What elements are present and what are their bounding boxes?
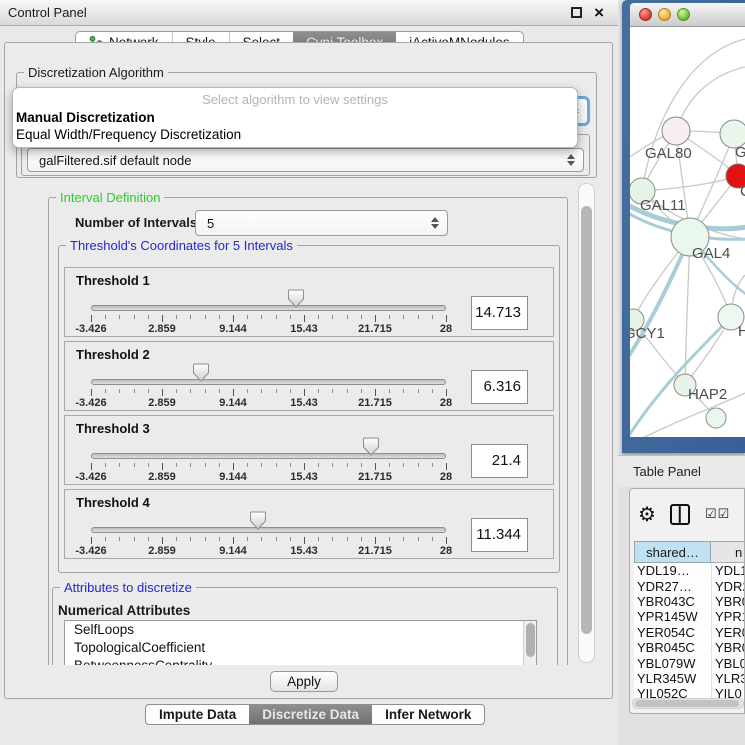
threshold-4-panel: Threshold 4 -3.426 2.859 9.144 15.43 21.…: [64, 489, 554, 559]
control-panel-titlebar: Control Panel ×: [0, 0, 618, 26]
popup-item-manual-discretization[interactable]: Manual Discretization: [13, 109, 577, 126]
slider-track[interactable]: [91, 305, 446, 311]
node-label: GAL4: [692, 245, 730, 262]
threshold-4-value-field[interactable]: 11.344: [471, 518, 528, 552]
threshold-2-value-field[interactable]: 6.316: [471, 370, 528, 404]
scrollbar-thumb[interactable]: [581, 206, 592, 634]
node-gal80[interactable]: [662, 117, 690, 145]
table-toolbar: ⚙ ☑☑: [630, 489, 745, 539]
zoom-traffic-light-icon[interactable]: [677, 8, 690, 21]
table-data-value: galFiltered.sif default node: [39, 153, 191, 168]
numerical-attributes-list[interactable]: SelfLoops TopologicalCoefficient Between…: [64, 620, 537, 665]
table-horizontal-scrollbar[interactable]: [632, 698, 744, 709]
list-item[interactable]: SelfLoops: [65, 621, 536, 639]
control-panel: Control Panel × Network Style Select Cyn…: [0, 0, 618, 745]
float-window-icon[interactable]: [571, 7, 582, 18]
slider-thumb[interactable]: [287, 289, 304, 308]
tab-impute-data[interactable]: Impute Data: [146, 705, 249, 724]
list-item[interactable]: TopologicalCoefficient: [65, 639, 536, 657]
table-panel: ⚙ ☑☑ shared… n YDL19…YDL1 YDR27…YDR2 YBR…: [629, 488, 745, 714]
threshold-1-value-field[interactable]: 14.713: [471, 296, 528, 330]
minimize-traffic-light-icon[interactable]: [658, 8, 671, 21]
threshold-4-slider[interactable]: -3.426 2.859 9.144 15.43 21.715 28: [91, 490, 446, 560]
table-row[interactable]: YBR043CYBR0: [634, 594, 745, 609]
scrollbar-thumb[interactable]: [635, 700, 739, 707]
numerical-attributes-label: Numerical Attributes: [58, 603, 190, 618]
number-of-intervals-label: Number of Intervals: [75, 215, 197, 230]
list-item[interactable]: BetweennessCentrality: [65, 657, 536, 665]
table-row[interactable]: YDL19…YDL1: [634, 563, 745, 578]
select-columns-checkboxes-icon[interactable]: ☑☑: [705, 506, 730, 522]
tab-discretize-data[interactable]: Discretize Data: [249, 705, 372, 724]
table-row[interactable]: YIL052CYIL0: [634, 686, 745, 698]
slider-track[interactable]: [91, 379, 446, 385]
node-label: HAP2: [688, 386, 727, 403]
interval-count-value: 5: [207, 216, 214, 231]
column-header-shared-name[interactable]: shared…: [634, 541, 711, 563]
number-of-intervals-combobox[interactable]: 5: [195, 210, 448, 236]
node-partial-bottom[interactable]: [706, 408, 726, 428]
bottom-tab-bar: Impute Data Discretize Data Infer Networ…: [145, 704, 485, 725]
threshold-3-value-field[interactable]: 21.4: [471, 444, 528, 478]
node-label: GA: [735, 144, 745, 161]
popup-item-equal-width-frequency[interactable]: Equal Width/Frequency Discretization: [13, 126, 577, 143]
table-row[interactable]: YER054CYER0: [634, 625, 745, 640]
node-label: H: [738, 323, 745, 340]
slider-thumb[interactable]: [193, 363, 210, 382]
settings-scrollpane: Interval Definition Number of Intervals …: [13, 181, 595, 665]
close-traffic-light-icon[interactable]: [639, 8, 652, 21]
table-row[interactable]: YLR345WYLR3: [634, 671, 745, 686]
threshold-2-panel: Threshold 2 -3.426 2.859 9.144 15.43 21.…: [64, 341, 554, 411]
table-panel-header: Table Panel: [618, 455, 745, 487]
node-label: C: [740, 183, 745, 200]
table-row[interactable]: YDR27…YDR2: [634, 578, 745, 593]
node-label: GAL80: [645, 145, 692, 162]
list-scrollbar[interactable]: [523, 621, 536, 665]
threshold-1-slider[interactable]: -3.426 2.859 9.144 15.43 21.715 28: [91, 268, 446, 338]
group-title: Threshold's Coordinates for 5 Intervals: [66, 238, 297, 253]
table-panel-title: Table Panel: [633, 464, 701, 479]
slider-thumb[interactable]: [363, 437, 380, 456]
table-body: YDL19…YDL1 YDR27…YDR2 YBR043CYBR0 YPR145…: [634, 563, 745, 698]
slider-track[interactable]: [91, 527, 446, 533]
node-label: GAL11: [640, 197, 686, 214]
table-data-combobox[interactable]: galFiltered.sif default node: [27, 148, 584, 172]
gear-icon[interactable]: ⚙: [638, 502, 656, 527]
slider-thumb[interactable]: [249, 511, 266, 530]
apply-button[interactable]: Apply: [270, 671, 338, 692]
group-title: Discretization Algorithm: [24, 65, 168, 80]
combo-stepper-icon: [567, 154, 575, 166]
network-window-titlebar[interactable]: [630, 3, 745, 27]
tab-infer-network[interactable]: Infer Network: [372, 705, 484, 724]
algorithm-dropdown-popup: Select algorithm to view settings Manual…: [12, 87, 578, 148]
table-row[interactable]: YBL079WYBL0: [634, 655, 745, 670]
columns-icon[interactable]: [670, 504, 690, 525]
node-label: GCY1: [630, 325, 665, 342]
popup-placeholder: Select algorithm to view settings: [13, 92, 577, 107]
threshold-3-panel: Threshold 3 -3.426 2.859 9.144 15.43 21.…: [64, 415, 554, 485]
close-icon[interactable]: ×: [594, 7, 604, 18]
column-header-name[interactable]: n: [711, 541, 745, 563]
settings-scrollbar[interactable]: [578, 183, 595, 663]
threshold-3-slider[interactable]: -3.426 2.859 9.144 15.43 21.715 28: [91, 416, 446, 486]
slider-track[interactable]: [91, 453, 446, 459]
threshold-2-slider[interactable]: -3.426 2.859 9.144 15.43 21.715 28: [91, 342, 446, 412]
table-row[interactable]: YPR145WYPR1: [634, 609, 745, 624]
group-title: Attributes to discretize: [60, 580, 196, 595]
table-header-row: shared… n: [634, 541, 745, 563]
table-row[interactable]: YBR045CYBR0: [634, 640, 745, 655]
panel-title: Control Panel: [8, 5, 87, 20]
network-canvas[interactable]: GAL80 GA C GAL11 GAL4 GCY1 H HAP2: [630, 27, 745, 437]
group-title: Interval Definition: [56, 190, 164, 205]
threshold-1-panel: Threshold 1 -3.426 2.859 9.144 15.43 21.…: [64, 267, 554, 337]
combo-stepper-icon: [431, 217, 439, 229]
